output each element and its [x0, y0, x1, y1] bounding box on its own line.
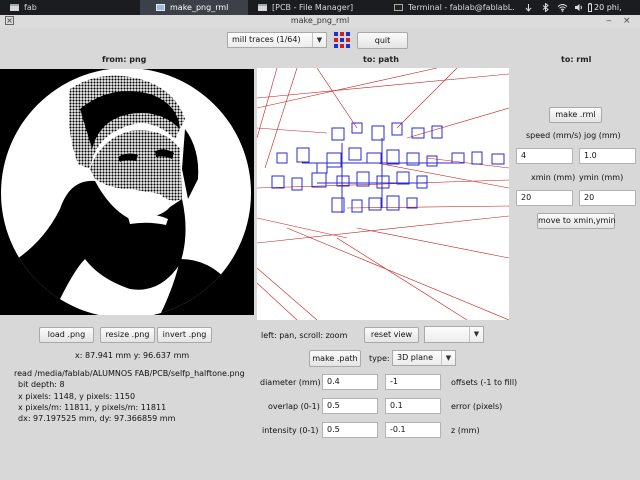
info-line: dx: 97.197525 mm, dy: 97.366859 mm	[18, 414, 176, 423]
offsets-label: offsets (-1 to fill)	[451, 378, 518, 387]
quit-button[interactable]: quit	[357, 32, 408, 49]
task-label: fab	[24, 3, 37, 12]
task-fab[interactable]: fab	[0, 0, 140, 15]
pan-zoom-hint: left: pan, scroll: zoom	[261, 331, 348, 340]
info-line: x pixels: 1148, y pixels: 1150	[18, 392, 136, 401]
terminal-icon	[394, 4, 403, 11]
path-header: to: path	[363, 55, 399, 64]
overlap-label: overlap (0-1)	[268, 402, 320, 411]
folder-icon	[258, 4, 267, 11]
resize-png-button[interactable]: resize .png	[100, 327, 155, 343]
task-label: Terminal - fablab@fablabL...	[408, 3, 514, 12]
png-preview[interactable]	[0, 68, 254, 318]
jog-field[interactable]: 1.0	[579, 148, 636, 164]
window-title: make_png_rml	[290, 16, 350, 25]
type-select[interactable]: 3D plane ▼	[392, 350, 456, 366]
bluetooth-icon[interactable]	[541, 2, 550, 13]
wifi-icon[interactable]	[557, 3, 568, 12]
taskbar: fab make_png_rml [PCB - File Manager] Te…	[0, 0, 640, 27]
make-path-button[interactable]: make .path	[309, 350, 361, 367]
z-field[interactable]: -0.1	[385, 422, 441, 438]
window-icon	[156, 4, 165, 11]
ymin-field[interactable]: 20	[579, 190, 636, 206]
make-rml-button[interactable]: make .rml	[549, 107, 602, 123]
chevron-down-icon: ▼	[441, 351, 455, 365]
z-label: z (mm)	[451, 426, 480, 435]
minimize-button[interactable]: ‒	[606, 16, 612, 27]
move-to-origin-button[interactable]: move to xmin,ymin	[537, 213, 616, 229]
overlap-field[interactable]: 0.5	[322, 398, 378, 414]
intensity-field[interactable]: 0.5	[322, 422, 378, 438]
task-file-manager[interactable]: [PCB - File Manager]	[248, 0, 384, 15]
offsets-field[interactable]: -1	[385, 374, 441, 390]
load-png-button[interactable]: load .png	[39, 327, 94, 343]
type-label: type:	[369, 354, 390, 363]
battery-icon[interactable]	[588, 3, 592, 12]
volume-icon[interactable]	[574, 3, 583, 12]
xmin-label: xmin (mm)	[531, 173, 576, 182]
reset-view-button[interactable]: reset view	[364, 327, 419, 343]
chevron-down-icon: ▼	[469, 327, 483, 342]
error-field[interactable]: 0.1	[385, 398, 441, 414]
task-terminal[interactable]: Terminal - fablab@fablabL...	[384, 0, 514, 15]
info-line: x pixels/m: 11811, y pixels/m: 11811	[18, 403, 167, 412]
machine-logo-icon	[333, 31, 351, 49]
task-label: [PCB - File Manager]	[272, 3, 354, 12]
rml-header: to: rml	[561, 55, 592, 64]
speed-field[interactable]: 4	[516, 148, 573, 164]
path-preview[interactable]	[256, 67, 510, 321]
info-line: bit depth: 8	[18, 380, 65, 389]
invert-png-button[interactable]: invert .png	[157, 327, 212, 343]
chevron-down-icon: ▼	[312, 33, 326, 47]
intensity-label: intensity (0-1)	[262, 426, 319, 435]
task-label: make_png_rml	[170, 3, 229, 12]
png-header: from: png	[102, 55, 147, 64]
window-titlebar: make_png_rml ‒ ×	[0, 15, 640, 28]
close-button[interactable]: ×	[623, 16, 631, 27]
error-label: error (pixels)	[451, 402, 503, 411]
jog-label: jog (mm)	[584, 131, 621, 140]
task-make-png-rml[interactable]: make_png_rml	[140, 0, 248, 15]
view-select[interactable]: ▼	[424, 326, 484, 343]
mode-select[interactable]: mill traces (1/64) ▼	[227, 32, 327, 48]
info-line: read /media/fablab/ALUMNOS FAB/PCB/selfp…	[14, 369, 245, 378]
type-select-value: 3D plane	[397, 353, 433, 362]
ymin-label: ymin (mm)	[579, 173, 624, 182]
diameter-label: diameter (mm)	[260, 378, 321, 387]
cursor-coords: x: 87.941 mm y: 96.637 mm	[75, 351, 190, 360]
clock[interactable]: 20 phi, 12:43	[594, 0, 640, 27]
diameter-field[interactable]: 0.4	[322, 374, 378, 390]
xmin-field[interactable]: 20	[516, 190, 573, 206]
arrow-down-icon[interactable]	[524, 3, 533, 12]
folder-icon	[10, 4, 19, 11]
mode-select-value: mill traces (1/64)	[232, 35, 301, 44]
speed-label: speed (mm/s)	[526, 131, 582, 140]
